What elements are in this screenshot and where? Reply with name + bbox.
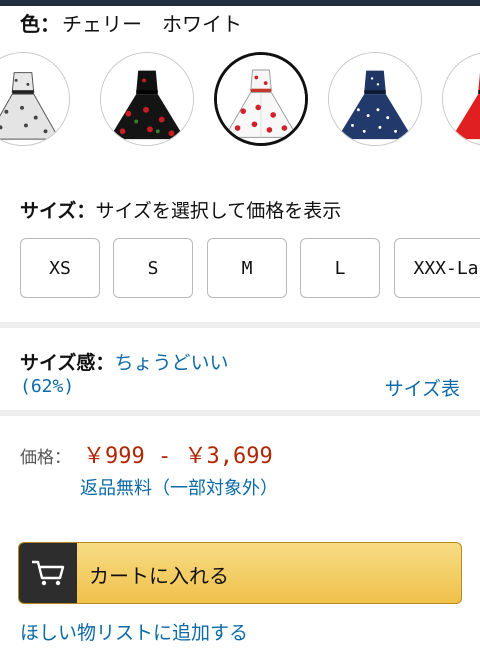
black-cherry-dress-image <box>101 53 193 145</box>
top-bar <box>0 0 480 6</box>
free-returns-link[interactable]: 返品無料（一部対象外） <box>80 474 278 500</box>
swatch-navy-polka-dot-dress[interactable] <box>328 52 422 146</box>
add-to-cart-button[interactable]: カートに入れる <box>18 542 462 604</box>
swatch-red-dress[interactable] <box>442 52 480 146</box>
red-dress-image <box>443 53 480 145</box>
size-option-xxx-large[interactable]: XXX-La <box>394 238 480 298</box>
size-fit-row: サイズ感：ちょうどいい <box>20 348 228 375</box>
size-chart-link[interactable]: サイズ表 <box>385 374 460 401</box>
size-fit-link[interactable]: ちょうどいい <box>114 352 228 374</box>
color-value: チェリー ホワイト <box>62 12 242 36</box>
size-option-l[interactable]: L <box>300 238 380 298</box>
size-selection-row: サイズ：サイズを選択して価格を表示 <box>20 196 341 223</box>
white-floral-dress-image <box>0 53 69 145</box>
price-range: ￥999 - ￥3,699 <box>83 444 273 469</box>
size-option-s[interactable]: S <box>113 238 193 298</box>
add-to-cart-label: カートに入れる <box>89 564 229 588</box>
price-row: 価格： ￥999 - ￥3,699 <box>20 438 273 470</box>
size-option-m[interactable]: M <box>207 238 287 298</box>
color-selection-row: 色： チェリー ホワイト <box>20 8 242 37</box>
size-option-xs[interactable]: XS <box>20 238 100 298</box>
size-prompt: サイズを選択して価格を表示 <box>95 200 342 222</box>
swatch-white-floral-dress[interactable] <box>0 52 70 146</box>
white-cherry-dress-image <box>217 55 305 143</box>
swatch-white-cherry-dress[interactable] <box>214 52 308 146</box>
size-fit-label: サイズ感： <box>20 352 115 374</box>
section-divider <box>0 322 480 328</box>
size-fit-percent[interactable]: (62%) <box>20 376 74 397</box>
size-options: XS S M L XXX-La <box>20 238 480 300</box>
price-label: 価格： <box>20 448 71 468</box>
section-divider <box>0 410 480 416</box>
add-to-wishlist-link[interactable]: ほしい物リストに追加する <box>20 618 248 645</box>
swatch-black-cherry-dress[interactable] <box>100 52 194 146</box>
cart-icon <box>19 543 77 603</box>
color-swatch-carousel[interactable] <box>0 52 480 148</box>
size-label: サイズ： <box>20 200 96 222</box>
color-label: 色： <box>20 12 60 36</box>
navy-polka-dot-dress-image <box>329 53 421 145</box>
